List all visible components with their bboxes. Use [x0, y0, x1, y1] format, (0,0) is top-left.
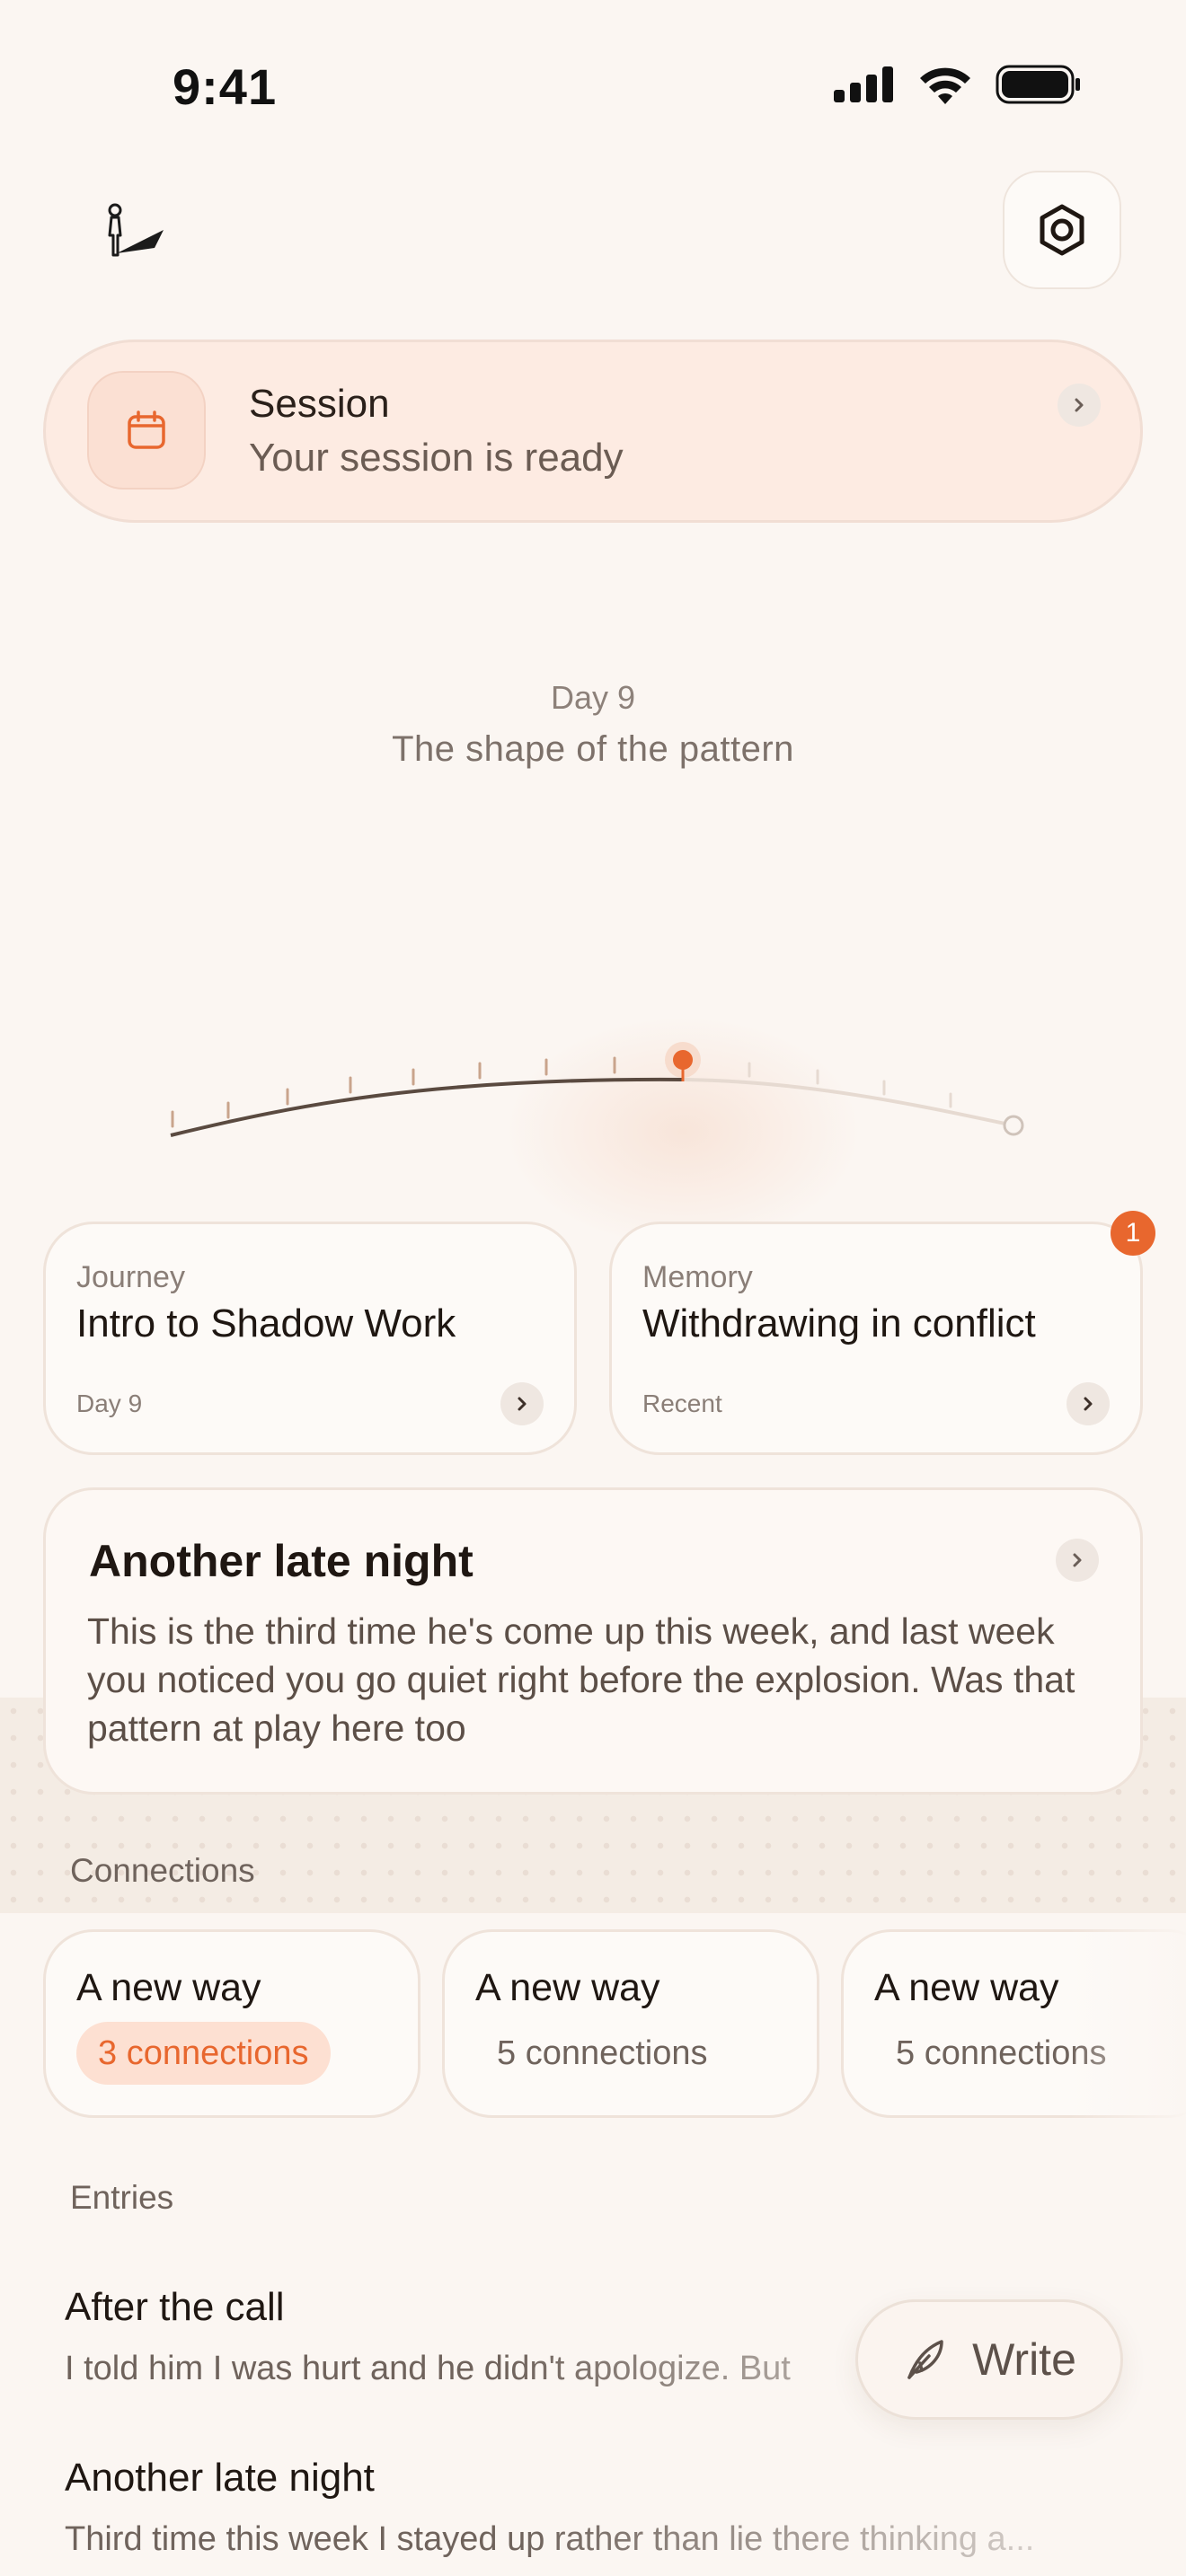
- connection-card[interactable]: A new way 5 connections: [442, 1929, 819, 2118]
- note-body: This is the third time he's come up this…: [87, 1610, 1075, 1749]
- write-button[interactable]: Write: [855, 2299, 1123, 2420]
- wifi-icon: [920, 67, 970, 104]
- journey-chevron: [500, 1382, 544, 1425]
- chevron-right-icon: [1075, 398, 1084, 412]
- note-title: Another late night: [89, 1536, 474, 1586]
- session-icon-tile: [87, 371, 206, 490]
- app-root: 9:41 Session Your session is ready Day 9…: [0, 0, 1186, 2576]
- connection-card[interactable]: A new way 3 connections: [43, 1929, 420, 2118]
- note-card[interactable]: Another late night This is the third tim…: [43, 1487, 1143, 1795]
- write-label: Write: [972, 2334, 1076, 2385]
- entries-label: Entries: [70, 2179, 174, 2216]
- entry-title: Another late night: [65, 2456, 375, 2500]
- connection-count: 5 connections: [497, 2034, 708, 2072]
- journey-timeline[interactable]: [0, 1006, 1186, 1204]
- entry-fade: [521, 2515, 1186, 2576]
- journey-kicker: Journey: [76, 1260, 185, 1294]
- journey-footer: Day 9: [76, 1389, 143, 1417]
- note-chevron: [1056, 1539, 1099, 1582]
- day-label: Day 9: [550, 679, 636, 716]
- chevron-right-icon: [518, 1397, 527, 1411]
- session-title: Session: [249, 382, 390, 426]
- settings-icon: [1040, 204, 1084, 256]
- chevron-right-icon: [1084, 1397, 1093, 1411]
- connection-title: A new way: [874, 1966, 1059, 2009]
- connection-title: A new way: [76, 1966, 261, 2009]
- session-subtitle: Your session is ready: [249, 436, 624, 480]
- entry-title: After the call: [65, 2285, 285, 2329]
- feather-pen-icon: [907, 2340, 943, 2379]
- connection-title: A new way: [475, 1966, 660, 2009]
- journey-title: Intro to Shadow Work: [76, 1301, 456, 1345]
- session-card[interactable]: Session Your session is ready: [43, 340, 1143, 523]
- memory-title: Withdrawing in conflict: [642, 1301, 1036, 1345]
- connections-fade: [1069, 1922, 1186, 2129]
- settings-button[interactable]: [1003, 171, 1121, 289]
- day-subtitle: The shape of the pattern: [392, 729, 794, 769]
- status-icons: [834, 65, 1082, 104]
- signal-icon: [834, 66, 893, 102]
- battery-icon: [996, 65, 1080, 104]
- memory-kicker: Memory: [642, 1260, 753, 1294]
- logo-figure-icon: [108, 203, 164, 257]
- connection-count: 3 connections: [76, 2022, 331, 2085]
- calendar-icon: [128, 410, 165, 449]
- memory-footer: Recent: [642, 1389, 722, 1417]
- memory-chevron: [1067, 1382, 1110, 1425]
- journey-card[interactable]: Journey Intro to Shadow Work Day 9: [43, 1222, 577, 1455]
- timeline-end-marker: [1003, 1115, 1024, 1136]
- connections-label: Connections: [70, 1852, 255, 1889]
- status-time: 9:41: [173, 58, 278, 115]
- chevron-right-icon: [1073, 1553, 1082, 1567]
- session-chevron: [1058, 384, 1101, 427]
- memory-card[interactable]: Memory Withdrawing in conflict Recent: [609, 1222, 1143, 1455]
- memory-notification-badge: 1: [1111, 1211, 1155, 1256]
